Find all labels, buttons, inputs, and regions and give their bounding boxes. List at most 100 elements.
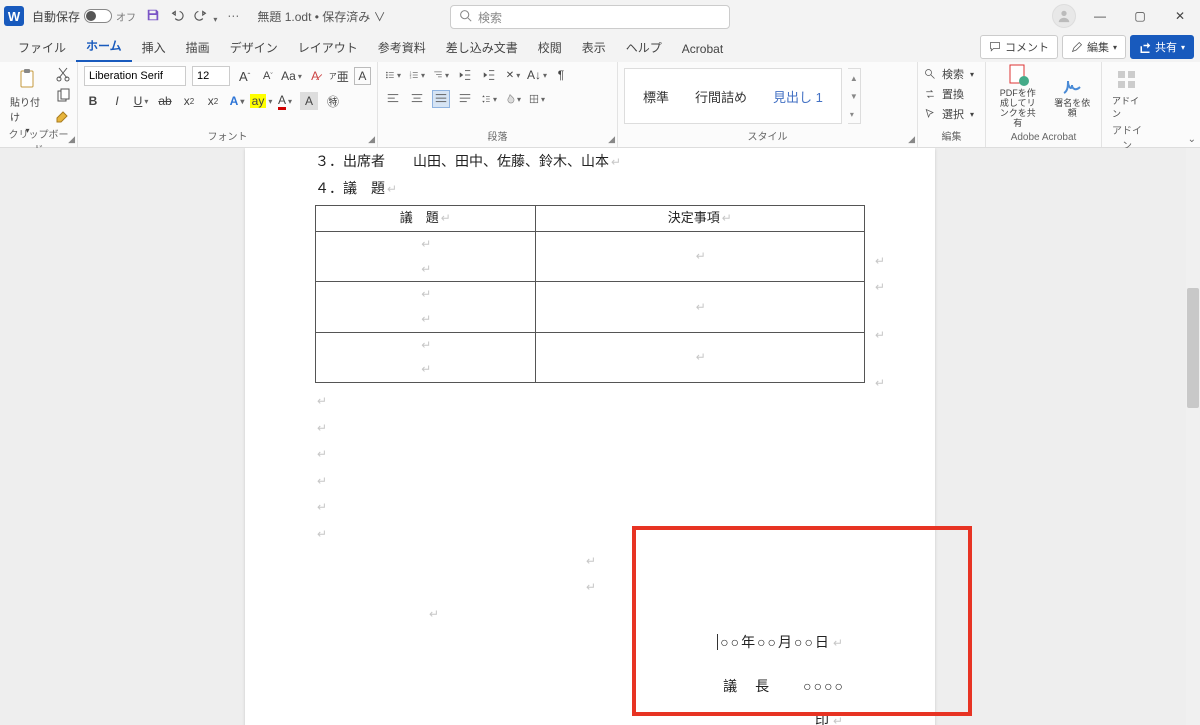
font-size-input[interactable] bbox=[192, 66, 230, 86]
phonetic-guide-icon[interactable]: ア亜 bbox=[330, 67, 348, 85]
scrollbar-thumb[interactable] bbox=[1187, 288, 1199, 408]
font-dialog-launcher-icon[interactable]: ◢ bbox=[368, 134, 375, 145]
editing-mode-button[interactable]: 編集 ▾ bbox=[1062, 35, 1126, 59]
align-left-icon[interactable] bbox=[384, 90, 402, 108]
italic-icon[interactable]: I bbox=[108, 92, 126, 110]
undo-icon[interactable] bbox=[170, 8, 184, 25]
cut-icon[interactable] bbox=[55, 66, 71, 82]
paragraph-dialog-launcher-icon[interactable]: ◢ bbox=[608, 134, 615, 145]
window-controls: — ▢ ✕ bbox=[1052, 0, 1200, 32]
share-button[interactable]: 共有 ▾ bbox=[1130, 35, 1194, 59]
format-painter-icon[interactable] bbox=[55, 110, 71, 126]
style-heading1[interactable]: 見出し 1 bbox=[773, 87, 823, 106]
table-row: ↵↵↵ bbox=[316, 332, 865, 382]
style-nospacing[interactable]: 行間詰め bbox=[695, 87, 747, 106]
autosave-toggle[interactable]: 自動保存 オフ bbox=[32, 8, 136, 25]
copy-icon[interactable] bbox=[55, 88, 71, 104]
ribbon-collapse-icon[interactable]: ⌄ bbox=[1188, 134, 1196, 145]
decrease-indent-icon[interactable] bbox=[456, 66, 474, 84]
font-color-icon[interactable]: A bbox=[276, 92, 294, 110]
request-signature-button[interactable]: 署名を依頼 bbox=[1049, 71, 1095, 121]
tab-file[interactable]: ファイル bbox=[8, 33, 76, 62]
tab-home[interactable]: ホーム bbox=[76, 31, 132, 62]
tab-mailings[interactable]: 差し込み文書 bbox=[436, 33, 528, 62]
subscript-icon[interactable]: x2 bbox=[180, 92, 198, 110]
sort-icon[interactable]: A↓ bbox=[528, 66, 546, 84]
tab-draw[interactable]: 描画 bbox=[176, 33, 220, 62]
tab-view[interactable]: 表示 bbox=[572, 33, 616, 62]
change-case-icon[interactable]: Aa bbox=[283, 67, 301, 85]
close-button[interactable]: ✕ bbox=[1160, 0, 1200, 32]
account-avatar-icon[interactable] bbox=[1052, 4, 1076, 28]
qat-overflow-icon[interactable]: ⋯ bbox=[227, 9, 239, 23]
maximize-button[interactable]: ▢ bbox=[1120, 0, 1160, 32]
line-spacing-icon[interactable] bbox=[480, 90, 498, 108]
align-distribute-icon[interactable] bbox=[456, 90, 474, 108]
style-normal[interactable]: 標準 bbox=[643, 87, 669, 106]
styles-up-icon[interactable]: ▲ bbox=[850, 74, 858, 83]
increase-indent-icon[interactable] bbox=[480, 66, 498, 84]
save-icon[interactable] bbox=[146, 8, 160, 25]
tab-review[interactable]: 校閲 bbox=[528, 33, 572, 62]
addin-button[interactable]: アドイン bbox=[1108, 66, 1146, 122]
shrink-font-icon[interactable]: Aˇ bbox=[259, 67, 276, 85]
group-font-label: フォント bbox=[84, 128, 371, 145]
tab-layout[interactable]: レイアウト bbox=[288, 33, 368, 62]
select-button[interactable]: 選択▾ bbox=[924, 106, 979, 122]
clipboard-dialog-launcher-icon[interactable]: ◢ bbox=[68, 134, 75, 145]
font-name-input[interactable] bbox=[84, 66, 186, 86]
document-title[interactable]: 無題 1.odt • 保存済み ∨ bbox=[257, 8, 385, 25]
agenda-table[interactable]: 議 題↵ 決定事項↵ ↵↵↵ ↵↵↵ ↵↵↵ bbox=[315, 205, 865, 383]
replace-button[interactable]: 置換 bbox=[924, 86, 979, 102]
tab-help[interactable]: ヘルプ bbox=[616, 33, 672, 62]
create-pdf-button[interactable]: PDFを作成してリンクを共有 bbox=[992, 61, 1043, 131]
enclose-char-icon[interactable]: ㊕ bbox=[324, 92, 342, 110]
show-marks-icon[interactable]: ¶ bbox=[552, 66, 570, 84]
empty-paragraph: ↵ bbox=[315, 414, 865, 441]
document-area[interactable]: ３．出席者 山田、田中、佐藤、鈴木、山本↵ ４．議 題↵ 議 題↵ 決定事項↵ … bbox=[0, 148, 1200, 725]
share-label: 共有 bbox=[1155, 39, 1177, 55]
clear-formatting-icon[interactable]: A̷ bbox=[307, 67, 324, 85]
bullets-icon[interactable] bbox=[384, 66, 402, 84]
align-center-icon[interactable] bbox=[408, 90, 426, 108]
group-editing-label: 編集 bbox=[924, 128, 979, 145]
styles-gallery[interactable]: 標準 行間詰め 見出し 1 bbox=[624, 68, 842, 124]
char-shading-icon[interactable]: A bbox=[300, 92, 318, 110]
find-button[interactable]: 検索▾ bbox=[924, 66, 979, 82]
styles-down-icon[interactable]: ▼ bbox=[850, 92, 858, 101]
toggle-switch-icon bbox=[84, 9, 112, 23]
styles-dialog-launcher-icon[interactable]: ◢ bbox=[908, 134, 915, 145]
redo-icon[interactable] bbox=[194, 8, 217, 25]
vertical-scrollbar[interactable] bbox=[1186, 148, 1200, 725]
tab-acrobat[interactable]: Acrobat bbox=[672, 36, 733, 62]
char-border-icon[interactable]: A bbox=[354, 67, 371, 85]
borders-icon[interactable] bbox=[528, 90, 546, 108]
shading-icon[interactable] bbox=[504, 90, 522, 108]
document-page[interactable]: ３．出席者 山田、田中、佐藤、鈴木、山本↵ ４．議 題↵ 議 題↵ 決定事項↵ … bbox=[245, 148, 935, 725]
strikethrough-icon[interactable]: ab bbox=[156, 92, 174, 110]
numbering-icon[interactable]: 123 bbox=[408, 66, 426, 84]
search-box[interactable]: 検索 bbox=[450, 5, 730, 29]
align-justify-icon[interactable] bbox=[432, 90, 450, 108]
empty-paragraph: ↵ bbox=[315, 387, 865, 414]
styles-more-icon[interactable]: ▾ bbox=[850, 110, 858, 119]
tab-references[interactable]: 参考資料 bbox=[368, 33, 436, 62]
minimize-button[interactable]: — bbox=[1080, 0, 1120, 32]
highlight-icon[interactable]: ay bbox=[252, 92, 270, 110]
bold-icon[interactable]: B bbox=[84, 92, 102, 110]
sig-chair-name: ○○○○ bbox=[803, 678, 845, 694]
multilevel-list-icon[interactable] bbox=[432, 66, 450, 84]
tab-design[interactable]: デザイン bbox=[220, 33, 288, 62]
asian-layout-icon[interactable]: ✕ bbox=[504, 66, 522, 84]
tabs-right-controls: コメント 編集 ▾ 共有 ▾ bbox=[980, 35, 1194, 59]
line-agenda: ４．議 題↵ bbox=[315, 175, 865, 202]
comments-button[interactable]: コメント bbox=[980, 35, 1058, 59]
grow-font-icon[interactable]: Aˆ bbox=[236, 67, 253, 85]
autosave-state: オフ bbox=[116, 9, 136, 24]
underline-icon[interactable]: U bbox=[132, 92, 150, 110]
tab-insert[interactable]: 挿入 bbox=[132, 33, 176, 62]
group-acrobat-label: Adobe Acrobat bbox=[992, 132, 1095, 145]
text-effects-icon[interactable]: A bbox=[228, 92, 246, 110]
sig-seal: 印 bbox=[815, 712, 831, 725]
superscript-icon[interactable]: x2 bbox=[204, 92, 222, 110]
